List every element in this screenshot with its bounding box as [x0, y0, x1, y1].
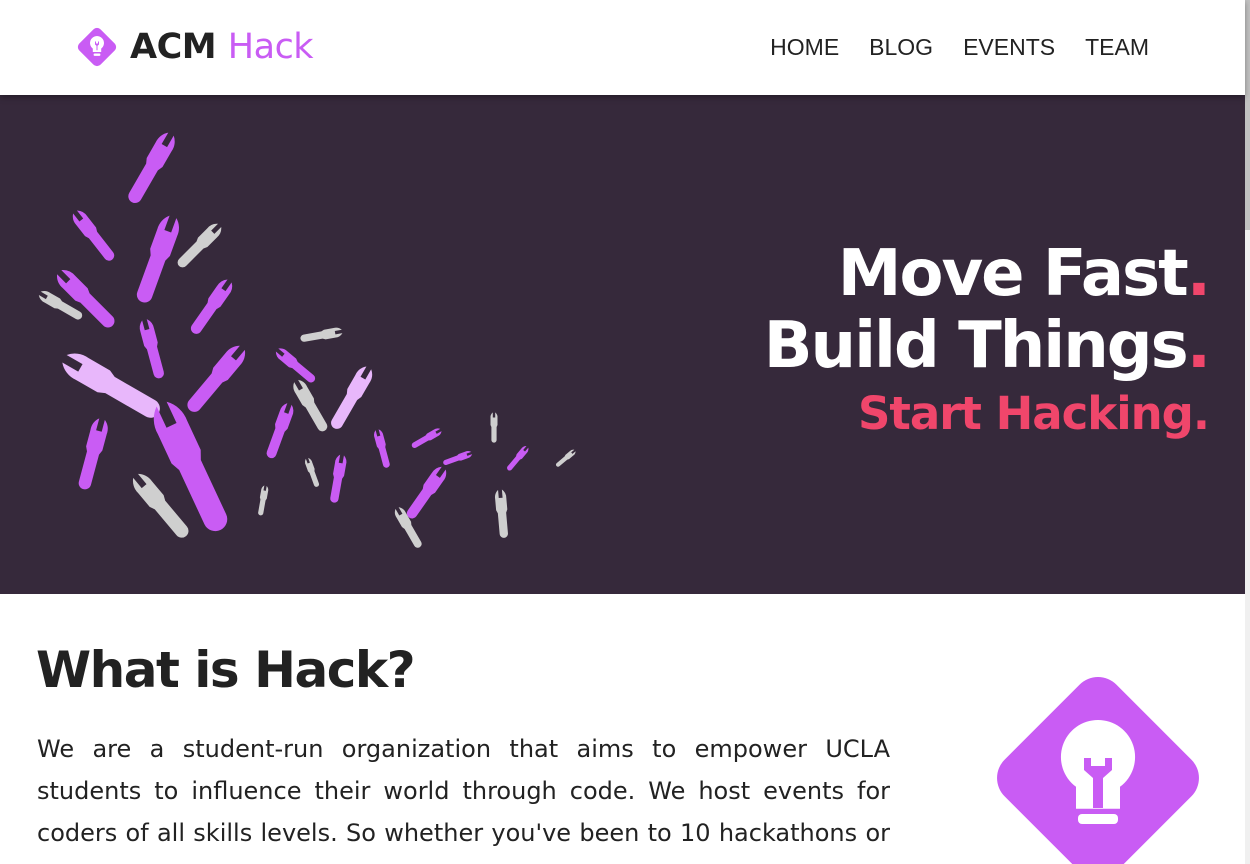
- wrench-icon: [263, 401, 296, 461]
- wrench-icon: [290, 377, 331, 435]
- nav-home[interactable]: HOME: [770, 30, 839, 64]
- page-scrollbar[interactable]: [1245, 0, 1250, 864]
- wrench-icon: [137, 317, 167, 380]
- brand-hack: Hack: [227, 27, 314, 67]
- brand-name: ACM Hack: [130, 24, 314, 70]
- wrench-icon: [123, 129, 179, 207]
- wrench-icon: [372, 428, 392, 469]
- wrench-icon: [146, 397, 236, 537]
- wrench-icon: [174, 220, 225, 271]
- wrench-icon: [410, 426, 443, 450]
- wrench-icon: [128, 470, 194, 542]
- wrench-icon: [442, 449, 473, 467]
- scrollbar-thumb[interactable]: [1245, 0, 1250, 230]
- navbar: ACM Hack HOME BLOG EVENTS TEAM: [0, 0, 1245, 95]
- wrench-icon: [490, 412, 498, 443]
- wrench-icon: [132, 213, 183, 306]
- wrench-icon: [52, 265, 119, 332]
- wrench-icon: [328, 454, 348, 504]
- wrench-icon: [182, 341, 250, 417]
- brand-home-link[interactable]: ACM Hack: [74, 24, 314, 70]
- hero-banner: Move Fast. Build Things. Start Hacking.: [0, 95, 1245, 594]
- nav-team[interactable]: TEAM: [1085, 30, 1149, 64]
- wrench-icon: [75, 416, 111, 492]
- wrench-icon: [494, 489, 510, 539]
- tagline-line-3: Start Hacking.: [857, 387, 1210, 440]
- tagline-line-1: Move Fast.: [837, 237, 1211, 311]
- about-title: What is Hack?: [36, 641, 416, 699]
- wrench-icon: [327, 363, 376, 433]
- wrench-icon: [256, 485, 270, 516]
- about-body: We are a student-run organization that a…: [37, 735, 890, 864]
- wrench-icon: [403, 464, 450, 522]
- wrench-icon: [273, 345, 318, 386]
- nav-blog[interactable]: BLOG: [869, 30, 933, 64]
- nav-events[interactable]: EVENTS: [963, 30, 1055, 64]
- wrench-icon: [505, 444, 531, 473]
- brand-acm: ACM: [130, 27, 217, 67]
- wrench-icon: [299, 326, 343, 344]
- lightbulb-logo-icon: [997, 677, 1199, 864]
- lightbulb-logo-icon: [77, 27, 117, 67]
- wrench-icon: [69, 207, 118, 264]
- tagline-line-2: Build Things.: [763, 309, 1211, 383]
- wrench-icon: [554, 448, 577, 469]
- hero-tagline: Move Fast. Build Things. Start Hacking.: [763, 237, 1211, 444]
- wrench-illustration: [36, 129, 577, 550]
- wrench-icon: [303, 457, 321, 488]
- wrench-icon: [187, 276, 236, 338]
- about-section: What is Hack? We are a student-run organ…: [0, 594, 1245, 864]
- main-nav: HOME BLOG EVENTS TEAM: [770, 30, 1149, 64]
- wrench-icon: [58, 347, 165, 425]
